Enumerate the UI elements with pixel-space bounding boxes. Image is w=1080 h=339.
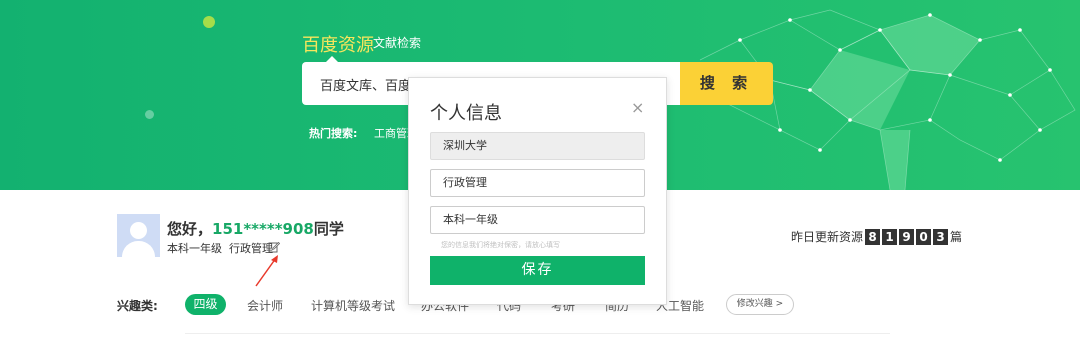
greeting: 您好，151*****908同学: [167, 218, 344, 239]
profile-grade: 本科一年级: [167, 242, 222, 255]
school-field[interactable]: 深圳大学: [430, 132, 645, 160]
interest-tag[interactable]: 会计师: [247, 297, 283, 314]
brand-subtitle[interactable]: 文献检索: [373, 34, 421, 51]
update-unit: 篇: [950, 230, 963, 244]
daily-update-counter: 昨日更新资源 8 1 9 0 3 篇: [791, 228, 962, 245]
edit-interests-button[interactable]: 修改兴趣 >: [726, 294, 794, 315]
divider: [185, 333, 890, 334]
counter-digit: 1: [882, 228, 898, 245]
interest-label: 兴趣类:: [117, 299, 158, 313]
search-input-text: 百度文库、百度学: [320, 79, 420, 94]
major-field[interactable]: 行政管理: [430, 169, 645, 197]
red-arrow-annotation: [255, 255, 278, 287]
interest-tag[interactable]: 计算机等级考试: [311, 297, 395, 314]
update-label: 昨日更新资源: [791, 230, 864, 244]
avatar: [117, 214, 160, 257]
grade-field[interactable]: 本科一年级: [430, 206, 645, 234]
counter-digit: 0: [916, 228, 932, 245]
brand-title[interactable]: 百度资源: [302, 31, 374, 57]
save-button[interactable]: 保存: [430, 256, 645, 285]
user-phone: 151*****908: [212, 220, 314, 238]
decor-dot: [203, 16, 215, 28]
personal-info-modal: 个人信息 × 深圳大学 行政管理 本科一年级 您的信息我们将绝对保密，请放心填写…: [408, 77, 667, 305]
decor-dot: [145, 110, 154, 119]
counter-digit: 3: [933, 228, 949, 245]
privacy-hint: 您的信息我们将绝对保密，请放心填写: [441, 241, 560, 249]
greeting-suffix: 同学: [313, 220, 344, 238]
search-button[interactable]: 搜 索: [680, 62, 773, 105]
hot-search-item[interactable]: 工商管理: [374, 125, 408, 141]
close-icon[interactable]: ×: [631, 98, 644, 117]
hot-search-label: 热门搜索:: [309, 127, 358, 140]
greeting-prefix: 您好，: [167, 220, 213, 238]
interest-tag-active[interactable]: 四级: [185, 294, 226, 315]
counter-digit: 8: [865, 228, 881, 245]
counter-digit: 9: [899, 228, 915, 245]
modal-title: 个人信息: [430, 103, 502, 124]
